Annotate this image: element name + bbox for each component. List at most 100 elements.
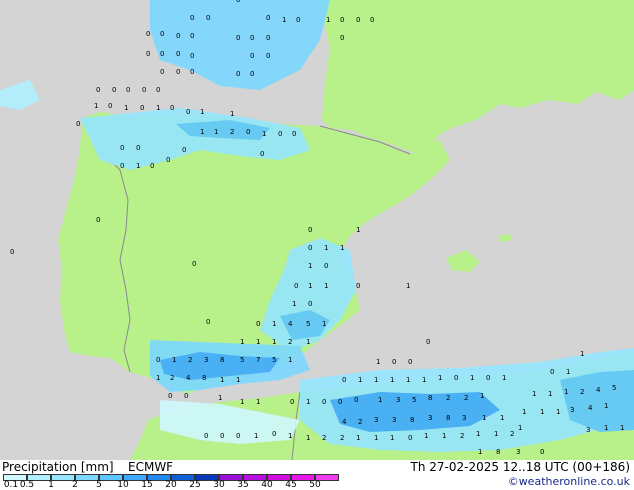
svg-text:0: 0	[236, 432, 240, 440]
svg-text:2: 2	[170, 374, 174, 382]
svg-text:8: 8	[220, 356, 224, 364]
svg-text:2: 2	[460, 432, 464, 440]
colorbar-tick-label: 10	[117, 480, 129, 490]
colorbar-tick-label: 15	[141, 480, 153, 490]
svg-text:1: 1	[272, 320, 276, 328]
svg-text:0: 0	[236, 34, 240, 42]
svg-text:4: 4	[588, 404, 593, 412]
svg-text:3: 3	[392, 416, 396, 424]
svg-text:0: 0	[236, 70, 240, 78]
svg-text:2: 2	[446, 394, 450, 402]
credit-link[interactable]: ©weatheronline.co.uk	[508, 475, 630, 488]
svg-text:0: 0	[392, 358, 396, 366]
svg-text:1: 1	[564, 388, 568, 396]
svg-text:0: 0	[120, 162, 124, 170]
map-canvas: 0 0 0 0 1 0 1 0 0 0 0 0 0 0 0 0 0 0 0 0 0 0 0 0 0 0 0 0 0 0 0 0…	[0, 0, 634, 461]
colorbar-tick-label: 45	[285, 480, 297, 490]
svg-text:1: 1	[470, 374, 474, 382]
svg-text:0: 0	[266, 14, 270, 22]
colorbar-tick-label: 2	[72, 480, 78, 490]
svg-text:0: 0	[308, 244, 312, 252]
svg-text:8: 8	[446, 414, 450, 422]
svg-text:0: 0	[292, 130, 296, 138]
svg-text:1: 1	[356, 434, 360, 442]
svg-text:0: 0	[10, 248, 14, 256]
colorbar-tick-label: 25	[189, 480, 201, 490]
svg-text:1: 1	[424, 432, 428, 440]
svg-text:5: 5	[240, 356, 244, 364]
svg-text:1: 1	[356, 226, 360, 234]
svg-text:2: 2	[340, 434, 344, 442]
svg-text:0: 0	[322, 398, 326, 406]
svg-text:1: 1	[282, 16, 286, 24]
svg-text:1: 1	[306, 398, 310, 406]
svg-text:0: 0	[176, 32, 180, 40]
svg-text:1: 1	[322, 320, 326, 328]
colorbar-tick-label: 0.5	[19, 480, 35, 490]
svg-text:1: 1	[220, 376, 224, 384]
svg-text:1: 1	[378, 396, 382, 404]
svg-text:0: 0	[168, 392, 172, 400]
svg-text:1: 1	[502, 374, 506, 382]
svg-text:1: 1	[494, 430, 498, 438]
svg-text:0: 0	[140, 104, 144, 112]
svg-text:1: 1	[272, 338, 276, 346]
svg-text:0: 0	[308, 300, 312, 308]
svg-text:1: 1	[306, 338, 310, 346]
svg-text:1: 1	[480, 392, 484, 400]
svg-text:2: 2	[322, 434, 326, 442]
svg-text:0: 0	[160, 50, 164, 58]
svg-text:0: 0	[408, 434, 412, 442]
svg-text:1: 1	[390, 376, 394, 384]
svg-text:1: 1	[288, 356, 292, 364]
svg-text:4: 4	[186, 374, 191, 382]
svg-text:2: 2	[580, 388, 584, 396]
svg-text:0: 0	[184, 392, 188, 400]
svg-text:0: 0	[250, 70, 254, 78]
svg-text:0: 0	[294, 282, 298, 290]
svg-text:0: 0	[204, 432, 208, 440]
svg-text:5: 5	[412, 396, 416, 404]
svg-text:4: 4	[342, 418, 347, 426]
colorbar-tick-label: 30	[213, 480, 225, 490]
svg-text:0: 0	[278, 130, 282, 138]
svg-text:0: 0	[550, 368, 554, 376]
svg-text:1: 1	[482, 414, 486, 422]
svg-text:3: 3	[396, 396, 400, 404]
svg-text:1: 1	[214, 128, 218, 136]
svg-text:1: 1	[406, 376, 410, 384]
svg-text:1: 1	[326, 16, 330, 24]
legend-title: Precipitation [mm]	[2, 460, 114, 474]
svg-text:0: 0	[266, 52, 270, 60]
svg-text:1: 1	[442, 432, 446, 440]
svg-text:0: 0	[354, 396, 358, 404]
svg-text:1: 1	[604, 424, 608, 432]
svg-text:1: 1	[156, 374, 160, 382]
svg-text:4: 4	[288, 320, 293, 328]
svg-text:0: 0	[186, 108, 190, 116]
svg-text:1: 1	[94, 102, 98, 110]
svg-text:8: 8	[410, 416, 414, 424]
svg-text:2: 2	[510, 430, 514, 438]
svg-text:0: 0	[206, 318, 210, 326]
svg-text:1: 1	[340, 244, 344, 252]
svg-text:1: 1	[374, 376, 378, 384]
svg-text:0: 0	[370, 16, 374, 24]
forecast-date: Th 27-02-2025 12..18 UTC (00+186)	[410, 460, 630, 474]
svg-text:5: 5	[272, 356, 276, 364]
svg-text:0: 0	[136, 144, 140, 152]
svg-text:0: 0	[108, 102, 112, 110]
svg-text:1: 1	[200, 108, 204, 116]
svg-text:0: 0	[160, 30, 164, 38]
colorbar-tick-label: 35	[237, 480, 249, 490]
svg-text:1: 1	[308, 282, 312, 290]
svg-text:1: 1	[240, 398, 244, 406]
svg-text:2: 2	[188, 356, 192, 364]
svg-text:1: 1	[438, 374, 442, 382]
svg-text:3: 3	[570, 406, 574, 414]
svg-text:0: 0	[206, 14, 210, 22]
svg-text:1: 1	[556, 408, 560, 416]
svg-text:0: 0	[486, 374, 490, 382]
svg-text:1: 1	[422, 376, 426, 384]
svg-text:0: 0	[250, 34, 254, 42]
